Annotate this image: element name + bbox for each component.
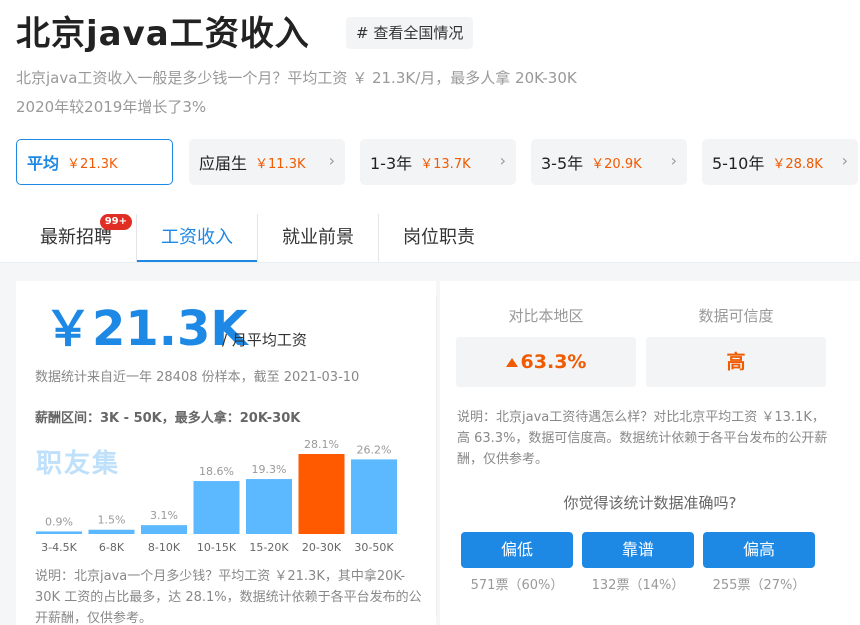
credibility-label: 数据可信度	[698, 307, 774, 325]
range-card-5-10-years[interactable]: 5-10年 ￥28.8K ›	[702, 139, 858, 185]
vote-too-high-button[interactable]: 偏高	[703, 532, 815, 568]
panel-divider	[436, 295, 437, 615]
range-card-label: 1-3年	[370, 154, 413, 173]
chart-value-label: 0.9%	[45, 515, 73, 528]
chart-category-label: 20-30K	[302, 541, 342, 554]
chart-category-label: 10-15K	[197, 541, 237, 554]
range-card-fresh-grad[interactable]: 应届生 ￥11.3K ›	[189, 139, 345, 185]
tab-latest-jobs[interactable]: 最新招聘 99+	[16, 214, 136, 263]
page-description: 北京java工资收入一般是多少钱一个月？平均工资 ￥ 21.3K/月，最多人拿 …	[16, 69, 577, 87]
range-card-label: 应届生	[199, 154, 248, 173]
vote-too-low-button[interactable]: 偏低	[461, 532, 573, 568]
credibility-value-box: 高	[646, 337, 826, 387]
range-card-label: 平均	[27, 154, 60, 173]
local-comparison-value-box: 63.3%	[456, 337, 636, 387]
chart-value-label: 18.6%	[199, 465, 234, 478]
vote-count-too-low: 571票（60%）	[470, 578, 564, 593]
chevron-right-icon: ›	[670, 151, 677, 170]
chart-bar-20-30K	[298, 454, 345, 534]
tab-label: 就业前景	[282, 227, 354, 248]
arrow-up-icon	[505, 358, 518, 367]
local-comparison-value: 63.3%	[520, 351, 587, 373]
range-card-1-3-years[interactable]: 1-3年 ￥13.7K ›	[360, 139, 516, 185]
chart-bar-8-10K	[141, 525, 187, 534]
tab-label: 岗位职责	[403, 227, 475, 248]
chart-bar-10-15K	[193, 481, 240, 534]
average-salary-unit: / 月平均工资	[222, 331, 307, 349]
tab-salary-income[interactable]: 工资收入	[137, 214, 257, 263]
vote-count-too-high: 255票（27%）	[712, 578, 806, 593]
page-title: 北京java工资收入	[16, 14, 310, 54]
tab-label: 工资收入	[161, 227, 233, 248]
chart-value-label: 26.2%	[357, 443, 392, 456]
chart-value-label: 19.3%	[252, 463, 287, 476]
salary-note: 说明：北京java一个月多少钱？平均工资 ￥21.3K，其中拿20K-30K 工…	[35, 569, 422, 625]
chart-value-label: 1.5%	[98, 514, 126, 527]
range-card-value: ￥21.3K	[67, 156, 118, 172]
chart-bar-3-4.5K	[36, 531, 82, 534]
tab-job-duties[interactable]: 岗位职责	[379, 214, 499, 263]
credibility-value: 高	[726, 351, 746, 373]
chart-category-label: 6-8K	[99, 541, 125, 554]
range-card-value: ￥13.7K	[420, 156, 471, 172]
range-card-value: ￥20.9K	[591, 156, 642, 172]
chart-value-label: 28.1%	[304, 438, 339, 451]
comparison-note: 说明：北京java工资待遇怎么样？对比北京平均工资 ￥13.1K，高 63.3%…	[457, 410, 828, 467]
chart-bar-30-50K	[351, 459, 397, 534]
vote-accurate-button[interactable]: 靠谱	[582, 532, 694, 568]
range-card-value: ￥11.3K	[255, 156, 306, 172]
local-comparison-label: 对比本地区	[508, 307, 584, 325]
chart-bar-15-20K	[246, 479, 292, 534]
chart-category-label: 30-50K	[354, 541, 394, 554]
chart-value-label: 3.1%	[150, 509, 178, 522]
growth-description: 2020年较2019年增长了3%	[16, 98, 207, 116]
range-card-average[interactable]: 平均 ￥21.3K	[16, 139, 173, 185]
notification-badge: 99+	[99, 214, 132, 230]
comparison-panel: 对比本地区 数据可信度 63.3% 高 说明：北京java工资待遇怎么样？对比北…	[440, 281, 860, 625]
salary-distribution-chart: 0.9% 3-4.5K 1.5% 6-8K 3.1% 8-10K 18.6% 10-15K 19…	[36, 438, 397, 554]
average-salary-value: ￥21.3K	[44, 301, 248, 357]
view-national-button[interactable]: # 查看全国情况	[346, 17, 474, 49]
range-card-label: 3-5年	[541, 154, 584, 173]
tab-label: 最新招聘	[40, 227, 112, 248]
salary-range-summary: 薪酬区间：3K - 50K，最多人拿：20K-30K	[35, 411, 301, 426]
chevron-right-icon: ›	[499, 151, 506, 170]
chart-category-label: 15-20K	[249, 541, 289, 554]
vote-count-accurate: 132票（14%）	[591, 578, 685, 593]
chevron-right-icon: ›	[841, 151, 848, 170]
salary-summary-panel: ￥21.3K / 月平均工资 数据统计来自近一年 28408 份样本，截至 20…	[16, 281, 436, 625]
chevron-right-icon: ›	[328, 151, 335, 170]
range-card-3-5-years[interactable]: 3-5年 ￥20.9K ›	[531, 139, 687, 185]
range-card-value: ￥28.8K	[772, 156, 823, 172]
range-card-label: 5-10年	[712, 154, 765, 173]
tab-bar: 最新招聘 99+ 工资收入 就业前景 岗位职责	[16, 214, 499, 263]
chart-category-label: 3-4.5K	[41, 541, 77, 554]
chart-category-label: 8-10K	[148, 541, 181, 554]
data-source-note: 数据统计来自近一年 28408 份样本，截至 2021-03-10	[35, 370, 360, 385]
chart-bar-6-8K	[88, 529, 135, 534]
accuracy-question: 你觉得该统计数据准确吗?	[563, 494, 737, 512]
tab-employment-outlook[interactable]: 就业前景	[258, 214, 378, 263]
